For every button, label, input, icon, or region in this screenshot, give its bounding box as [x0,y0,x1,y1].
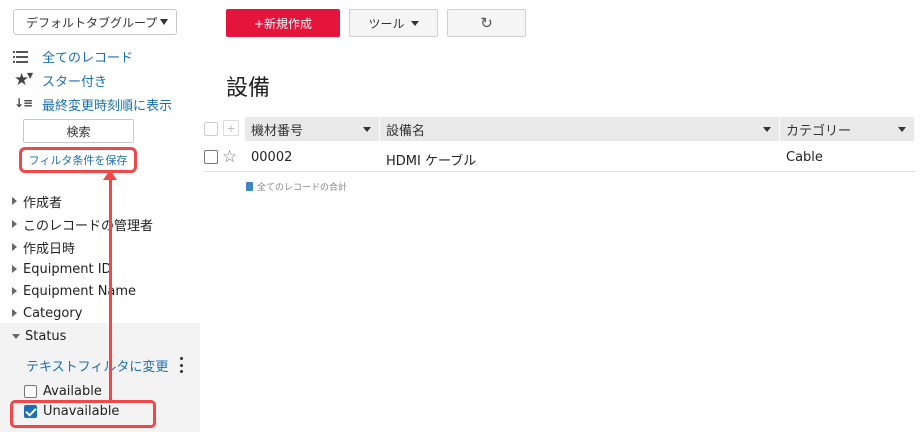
column-header-equipment-number[interactable]: 機材番号 [245,117,380,141]
annotation-highlight-box [10,400,156,428]
summary-link[interactable]: 全てのレコードの合計 [246,180,347,193]
chevron-down-icon [363,127,371,132]
column-header-category[interactable]: カテゴリー [780,117,915,141]
list-icon [13,48,36,64]
filter-field-label: Equipment Name [23,283,137,299]
chevron-down-icon [898,127,906,132]
nav-all-records[interactable]: 全てのレコード [13,46,134,66]
sidebar: デフォルトタブグループ 全てのレコード ★ ▼ スター付き ↓≡ 最終変更時刻順に… [0,0,200,432]
cell-category: Cable [786,150,823,165]
filter-field-category[interactable]: Category [12,303,82,323]
caret-right-icon [12,265,17,273]
page-title: 設備 [226,76,271,101]
filter-field-equipment-name[interactable]: Equipment Name [12,281,136,301]
refresh-button[interactable]: ↻ [447,9,526,37]
filter-field-label: このレコードの管理者 [23,218,154,234]
cell-equipment-number: 00002 [251,150,293,165]
filter-field-label: Status [25,328,67,344]
chevron-down-icon [160,19,168,25]
column-header-label: カテゴリー [786,123,852,139]
nav-recent[interactable]: ↓≡ 最終変更時刻順に表示 [14,94,172,114]
kebab-menu-icon[interactable] [178,357,184,373]
nav-recent-label: 最終変更時刻順に表示 [42,98,173,114]
add-column-icon[interactable]: + [223,120,239,136]
tools-menu-button[interactable]: ツール [349,9,438,37]
save-filter-label: フィルタ条件を保存 [28,154,128,167]
annotation-arrow-head [103,170,117,180]
caret-right-icon [12,197,17,205]
table-row[interactable]: ☆ 00002 HDMI ケーブル Cable [203,147,915,172]
filter-field-label: 作成日時 [23,241,76,257]
caret-right-icon [12,220,17,228]
status-option-available[interactable]: Available [24,384,102,399]
filter-field-label: Equipment ID [23,261,112,277]
table-header: 機材番号 設備名 カテゴリー [245,117,915,141]
chevron-down-icon [410,20,419,26]
text-filter-link[interactable]: テキストフィルタに変更 [26,356,168,375]
checkbox[interactable] [24,385,37,398]
column-header-label: 機材番号 [251,123,304,139]
select-all-checkbox[interactable] [204,122,218,136]
refresh-icon: ↻ [480,14,493,32]
filter-field-label: 作成者 [23,195,63,211]
search-button[interactable]: 検索 [23,119,134,143]
calculator-icon [246,182,253,191]
column-header-label: 設備名 [386,123,426,139]
caret-down-icon [12,333,20,339]
sort-icon: ↓≡ [14,96,33,110]
row-checkbox[interactable] [204,150,218,164]
filter-field-equipment-id[interactable]: Equipment ID [12,259,112,279]
tab-group-select[interactable]: デフォルトタブグループ [13,9,177,35]
filter-field-status[interactable]: Status [12,326,66,346]
column-header-equipment-name[interactable]: 設備名 [380,117,780,141]
filter-field-created-at[interactable]: 作成日時 [12,237,75,257]
caret-right-icon [12,243,17,251]
star-icon: ★ ▼ [14,70,34,90]
caret-right-icon [12,287,17,295]
caret-right-icon [12,309,17,317]
chevron-down-icon [763,127,771,132]
tab-group-select-label: デフォルトタブグループ [26,15,158,30]
filter-field-label: Category [23,305,83,321]
filter-field-owner[interactable]: このレコードの管理者 [12,214,153,234]
status-option-label: Available [43,384,102,399]
tools-menu-label: ツール [368,16,405,31]
save-filter-link[interactable]: フィルタ条件を保存 [19,147,137,173]
nav-all-records-label: 全てのレコード [42,50,134,66]
nav-starred-label: スター付き [42,74,108,90]
summary-label: 全てのレコードの合計 [257,183,348,193]
star-outline-icon[interactable]: ☆ [222,147,237,167]
cell-equipment-name: HDMI ケーブル [386,154,477,169]
annotation-arrow-line [109,178,112,400]
new-record-button[interactable]: +新規作成 [226,9,340,37]
nav-starred[interactable]: ★ ▼ スター付き [14,70,107,90]
filter-field-creator[interactable]: 作成者 [12,191,62,211]
